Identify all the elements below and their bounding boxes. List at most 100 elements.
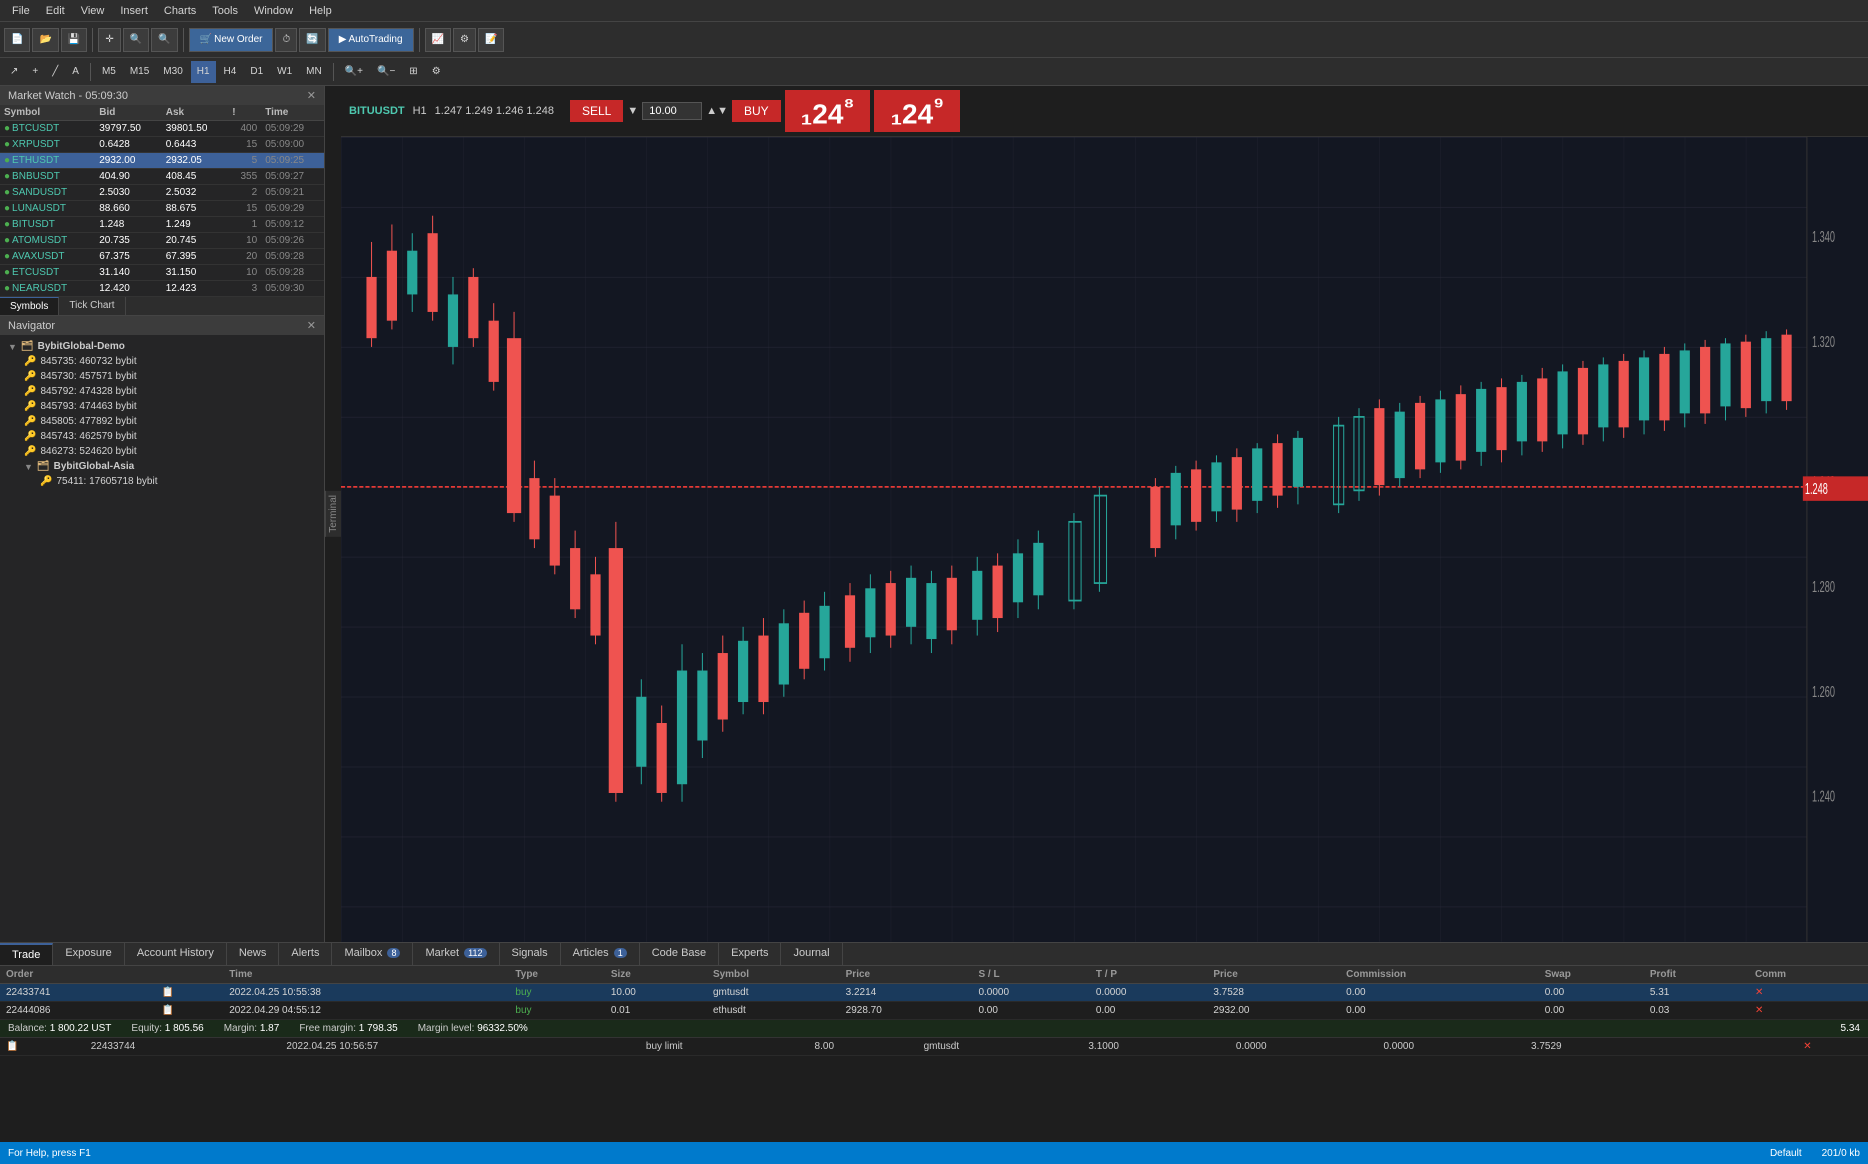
market-watch-row[interactable]: ●SANDUSDT 2.5030 2.5032 2 05:09:21 <box>0 185 324 201</box>
indicators-button[interactable]: 📈 <box>425 28 451 52</box>
orders-scroll[interactable]: Order Time Type Size Symbol Price S / L … <box>0 966 1868 1020</box>
tab-account-history[interactable]: Account History <box>125 943 227 965</box>
tf-mn[interactable]: MN <box>300 61 328 83</box>
new-chart-button[interactable]: 📄 <box>4 28 30 52</box>
tf-m30[interactable]: M30 <box>157 61 188 83</box>
market-watch-row[interactable]: ●NEARUSDT 12.420 12.423 3 05:09:30 <box>0 281 324 297</box>
market-watch-row[interactable]: ●ETCUSDT 31.140 31.150 10 05:09:28 <box>0 265 324 281</box>
chart-canvas[interactable]: 1.340 1.320 1.248 1.280 1.260 1.240 1.24… <box>341 137 1868 942</box>
tf-d1[interactable]: D1 <box>244 61 269 83</box>
mw-time: 05:09:28 <box>261 249 324 265</box>
history-button[interactable]: ⏱ <box>275 28 297 52</box>
pending-orders-scroll[interactable]: 📋 22433744 2022.04.25 10:56:57 buy limit… <box>0 1038 1868 1056</box>
tab-news[interactable]: News <box>227 943 280 965</box>
pending-order-row[interactable]: 📋 22433744 2022.04.25 10:56:57 buy limit… <box>0 1038 1868 1056</box>
mw-spread: 355 <box>228 169 261 185</box>
nav-account-item[interactable]: 🔑846273: 524620 bybit <box>4 444 320 459</box>
nav-bybit-demo-group[interactable]: ▼ 🗂 BybitGlobal-Demo <box>4 339 320 354</box>
tf-m15[interactable]: M15 <box>124 61 155 83</box>
zoom-in-chart[interactable]: 🔍+ <box>339 61 369 83</box>
tab-tick-chart[interactable]: Tick Chart <box>59 297 125 315</box>
tab-signals[interactable]: Signals <box>500 943 561 965</box>
market-watch-row[interactable]: ●XRPUSDT 0.6428 0.6443 15 05:09:00 <box>0 137 324 153</box>
order-time: 2022.04.29 04:55:12 <box>223 1002 509 1020</box>
menu-window[interactable]: Window <box>246 5 301 17</box>
folder-icon-asia: 🗂 <box>37 461 50 472</box>
save-button[interactable]: 💾 <box>61 28 87 52</box>
zoom-out-button[interactable]: 🔍 <box>151 28 177 52</box>
tf-draw-line[interactable]: ╱ <box>46 61 64 83</box>
tf-draw-arrow[interactable]: ↗ <box>4 61 24 83</box>
market-watch-row[interactable]: ●LUNAUSDT 88.660 88.675 15 05:09:29 <box>0 201 324 217</box>
market-watch-close[interactable]: ✕ <box>307 89 316 102</box>
account-label: 845743: 462579 bybit <box>40 431 136 442</box>
order-size-input[interactable] <box>642 102 702 120</box>
grid-button[interactable]: ⊞ <box>403 61 423 83</box>
main-layout: Market Watch - 05:09:30 ✕ Symbol Bid Ask… <box>0 86 1868 942</box>
navigator-close[interactable]: ✕ <box>307 319 316 332</box>
tab-articles[interactable]: Articles 1 <box>561 943 640 965</box>
market-watch-row[interactable]: ●BTCUSDT 39797.50 39801.50 400 05:09:29 <box>0 121 324 137</box>
scripts-button[interactable]: 📝 <box>478 28 504 52</box>
menu-charts[interactable]: Charts <box>156 5 204 17</box>
free-margin-value: 1 798.35 <box>359 1023 398 1034</box>
mw-ask: 12.423 <box>162 281 228 297</box>
col-time: Time <box>261 105 324 121</box>
properties-button[interactable]: ⚙ <box>426 61 447 83</box>
tf-h1[interactable]: H1 <box>191 61 216 83</box>
order-close[interactable]: ✕ <box>1749 1002 1868 1020</box>
menu-help[interactable]: Help <box>301 5 340 17</box>
market-watch-row[interactable]: ●ETHUSDT 2932.00 2932.05 5 05:09:25 <box>0 153 324 169</box>
tab-trade[interactable]: Trade <box>0 943 53 965</box>
market-watch-row[interactable]: ●BNBUSDT 404.90 408.45 355 05:09:27 <box>0 169 324 185</box>
experts-button[interactable]: ⚙ <box>453 28 476 52</box>
pending-close[interactable]: ✕ <box>1797 1038 1868 1056</box>
tab-codebase[interactable]: Code Base <box>640 943 719 965</box>
tab-symbols[interactable]: Symbols <box>0 297 59 315</box>
zoom-in-button[interactable]: 🔍 <box>123 28 149 52</box>
nav-account-item[interactable]: 🔑845735: 460732 bybit <box>4 354 320 369</box>
nav-account-item[interactable]: 🔑845792: 474328 bybit <box>4 384 320 399</box>
nav-account-item[interactable]: 🔑845743: 462579 bybit <box>4 429 320 444</box>
order-row[interactable]: 22444086 📋 2022.04.29 04:55:12 buy 0.01 … <box>0 1002 1868 1020</box>
tab-market[interactable]: Market 112 <box>413 943 499 965</box>
terminal-label[interactable]: Terminal <box>325 491 341 537</box>
tab-experts[interactable]: Experts <box>719 943 781 965</box>
buy-button[interactable]: BUY <box>732 100 781 122</box>
mw-time: 05:09:25 <box>261 153 324 169</box>
crosshair-button[interactable]: ✛ <box>98 28 120 52</box>
refresh-button[interactable]: 🔄 <box>299 28 325 52</box>
nav-account-item[interactable]: 🔑845730: 457571 bybit <box>4 369 320 384</box>
market-watch-row[interactable]: ●ATOMUSDT 20.735 20.745 10 05:09:26 <box>0 233 324 249</box>
tf-h4[interactable]: H4 <box>218 61 243 83</box>
tab-exposure[interactable]: Exposure <box>53 943 124 965</box>
menu-edit[interactable]: Edit <box>38 5 73 17</box>
tf-draw-plus[interactable]: + <box>26 61 44 83</box>
tab-alerts[interactable]: Alerts <box>279 943 332 965</box>
mw-spread: 5 <box>228 153 261 169</box>
tf-m5[interactable]: M5 <box>96 61 122 83</box>
open-button[interactable]: 📂 <box>32 28 58 52</box>
new-order-button[interactable]: 🛒 New Order <box>189 28 274 52</box>
nav-bybit-asia-group[interactable]: ▼ 🗂 BybitGlobal-Asia <box>4 459 320 474</box>
market-watch-scroll[interactable]: Symbol Bid Ask ! Time ●BTCUSDT 39797.50 … <box>0 105 324 297</box>
nav-account-item[interactable]: 🔑845805: 477892 bybit <box>4 414 320 429</box>
menu-file[interactable]: File <box>4 5 38 17</box>
nav-account-item[interactable]: 🔑845793: 474463 bybit <box>4 399 320 414</box>
order-close[interactable]: ✕ <box>1749 984 1868 1002</box>
menu-insert[interactable]: Insert <box>112 5 156 17</box>
market-watch-row[interactable]: ●AVAXUSDT 67.375 67.395 20 05:09:28 <box>0 249 324 265</box>
tf-draw-text[interactable]: A <box>66 61 85 83</box>
menu-view[interactable]: View <box>73 5 113 17</box>
order-row[interactable]: 22433741 📋 2022.04.25 10:55:38 buy 10.00… <box>0 984 1868 1002</box>
menu-tools[interactable]: Tools <box>204 5 246 17</box>
nav-account-item-asia[interactable]: 🔑75411: 17605718 bybit <box>4 474 320 489</box>
zoom-out-chart[interactable]: 🔍− <box>371 61 401 83</box>
navigator-tree[interactable]: ▼ 🗂 BybitGlobal-Demo 🔑845735: 460732 byb… <box>0 335 324 942</box>
tab-journal[interactable]: Journal <box>781 943 842 965</box>
sell-button[interactable]: SELL <box>570 100 623 122</box>
market-watch-row[interactable]: ●BITUSDT 1.248 1.249 1 05:09:12 <box>0 217 324 233</box>
autotrading-button[interactable]: ▶ AutoTrading <box>328 28 414 52</box>
tf-w1[interactable]: W1 <box>271 61 298 83</box>
tab-mailbox[interactable]: Mailbox 8 <box>332 943 413 965</box>
